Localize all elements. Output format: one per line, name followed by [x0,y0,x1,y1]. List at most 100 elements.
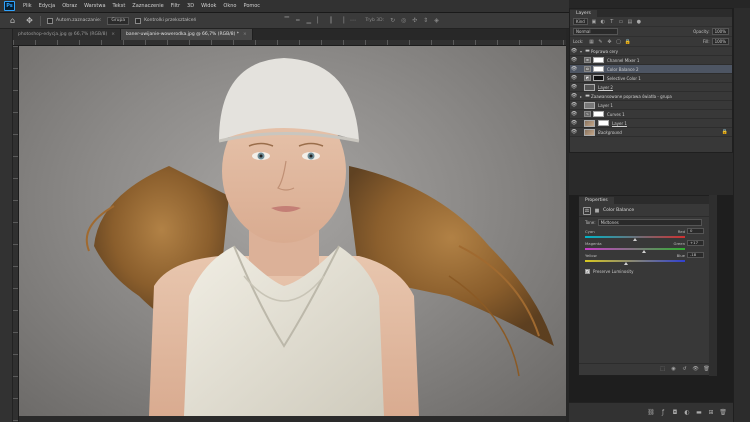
align-center-icon[interactable]: ║ [326,17,335,25]
eye-icon[interactable]: 👁 [570,66,578,72]
3d-pan-icon[interactable]: ✣ [410,17,419,25]
lock-position-icon[interactable]: ✥ [606,39,612,45]
layer-row[interactable]: 👁 Layer 1 [570,101,732,110]
eye-icon[interactable]: 👁 [570,120,578,126]
clip-to-layer-icon[interactable]: ⬚ [659,366,666,373]
slider-track[interactable] [585,236,685,241]
eye-icon[interactable]: 👁 [570,48,578,54]
auto-select-checkbox[interactable] [47,17,53,24]
tab-photoshop-edycja[interactable]: photoshop-edycja.jpg @ 66,7% (RGB/8) × [13,29,122,40]
3d-rotate-icon[interactable]: ↻ [388,17,397,25]
menu-view[interactable]: Widok [201,3,216,9]
close-icon[interactable]: × [111,32,115,37]
3d-slide-icon[interactable]: ⇕ [421,17,430,25]
menu-select[interactable]: Zaznaczenie [132,3,163,9]
tab-layers[interactable]: Layers [570,10,597,17]
preserve-luminosity-checkbox[interactable]: ✓ [585,268,590,274]
photoshop-logo-icon[interactable]: Ps [4,1,15,11]
visibility-icon[interactable]: 👁 [692,366,699,373]
layer-mask-thumbnail[interactable] [593,66,604,72]
layer-row-selected[interactable]: 👁 ⚖ Color Balance 2 [570,65,732,74]
preserve-luminosity-row[interactable]: ✓ Preserve Luminosity [579,266,716,276]
reset-icon[interactable]: ↺ [681,366,688,373]
lock-all-icon[interactable]: 🔒 [624,39,630,45]
filter-shape-icon[interactable]: ▭ [618,19,624,25]
new-adjustment-icon[interactable]: ◐ [683,409,691,417]
menu-type[interactable]: Tekst [113,3,126,9]
eye-icon[interactable]: 👁 [570,93,578,99]
align-top-icon[interactable]: ▔ [282,17,291,25]
lock-transparency-icon[interactable]: ▦ [588,39,594,45]
yellow-blue-slider[interactable]: Yellow Blue -18 [579,251,716,265]
menu-layer[interactable]: Warstwa [84,3,105,9]
align-right-icon[interactable]: ▕ [337,17,346,25]
tone-dropdown[interactable]: Midtones [597,218,702,226]
lock-artboard-icon[interactable]: ▢ [615,39,621,45]
tab-properties[interactable]: Properties [579,197,614,204]
cyan-red-slider[interactable]: Cyan Red 0 [579,227,716,241]
slider-track[interactable] [585,248,685,253]
align-left-icon[interactable]: ▏ [315,17,324,25]
layer-row[interactable]: 👁 ▸ ▬ Zaawansowane poprawa światła - gru… [570,92,732,101]
menu-edit[interactable]: Edycja [39,3,56,9]
menu-filter[interactable]: Filtr [171,3,180,9]
link-layers-icon[interactable]: ⛓ [647,409,655,417]
eye-icon[interactable]: 👁 [570,75,578,81]
3d-roll-icon[interactable]: ◎ [399,17,408,25]
mask-icon[interactable]: ■ [594,208,600,214]
move-tool-icon[interactable]: ✥ [25,16,34,25]
3d-scale-icon[interactable]: ◈ [432,17,441,25]
menu-help[interactable]: Pomoc [243,3,260,9]
align-middle-icon[interactable]: ═ [293,17,302,25]
slider-value-input[interactable]: +17 [687,240,704,246]
eye-icon[interactable]: 👁 [570,57,578,63]
fill-input[interactable]: 100% [711,38,729,45]
align-bottom-icon[interactable]: ▁ [304,17,313,25]
slider-value-input[interactable]: 0 [687,228,704,234]
eye-icon[interactable]: 👁 [570,102,578,108]
view-previous-icon[interactable]: ◉ [670,366,677,373]
slider-track[interactable] [585,260,685,265]
menu-image[interactable]: Obraz [62,3,77,9]
add-mask-icon[interactable]: ◘ [671,409,679,417]
layer-row[interactable]: 👁 ◩ Selective Color 1 [570,74,732,83]
layer-mask-thumbnail[interactable] [593,57,604,63]
properties-scrollbar[interactable] [709,195,717,376]
layer-mask-thumbnail[interactable] [598,120,609,126]
layer-mask-thumbnail[interactable] [593,111,604,117]
magenta-green-slider[interactable]: Magenta Green +17 [579,239,716,253]
layer-row[interactable]: 👁 Background 🔒 [570,128,732,137]
eye-icon[interactable]: 👁 [570,111,578,117]
slider-knob[interactable] [624,262,628,265]
fx-icon[interactable]: ƒ [659,409,667,417]
filter-adjustment-icon[interactable]: ◐ [600,19,606,25]
layer-row[interactable]: 👁 ∿ Curves 1 [570,110,732,119]
new-layer-icon[interactable]: ⊞ [707,409,715,417]
close-icon[interactable]: × [243,32,247,37]
layer-row[interactable]: 👁 ▾ ▬ Poprawa cery [570,47,732,56]
blend-mode-dropdown[interactable]: Normal [573,28,618,35]
slider-value-input[interactable]: -18 [687,252,704,258]
document-canvas[interactable] [19,46,566,416]
menu-file[interactable]: Plik [23,3,32,9]
layer-kind-filter[interactable]: Kind [573,18,588,25]
layer-row[interactable]: 👁 Layer 1 [570,119,732,128]
layer-row[interactable]: 👁 Layer 2 [570,83,732,92]
filter-type-icon[interactable]: T [609,19,615,25]
home-icon[interactable]: ⌂ [8,16,17,25]
eye-icon[interactable]: 👁 [570,84,578,90]
opacity-input[interactable]: 100% [711,28,729,35]
new-group-icon[interactable]: ▬ [695,409,703,417]
filter-smart-icon[interactable]: ▤ [627,19,633,25]
layer-row[interactable]: 👁 ≡ Channel Mixer 1 [570,56,732,65]
auto-select-target-dropdown[interactable]: Grupa [107,16,130,25]
transform-controls-checkbox[interactable] [135,17,142,24]
lock-image-icon[interactable]: ✎ [597,39,603,45]
tab-baner[interactable]: baner-uwijanie-wowerodka.jpg @ 66,7% (RG… [121,29,253,40]
filter-toggle-icon[interactable]: ● [636,19,642,25]
delete-layer-icon[interactable]: 🗑 [719,409,727,417]
menu-window[interactable]: Okno [223,3,236,9]
filter-pixel-icon[interactable]: ▣ [591,19,597,25]
menu-3d[interactable]: 3D [187,3,194,9]
eye-icon[interactable]: 👁 [570,129,578,135]
